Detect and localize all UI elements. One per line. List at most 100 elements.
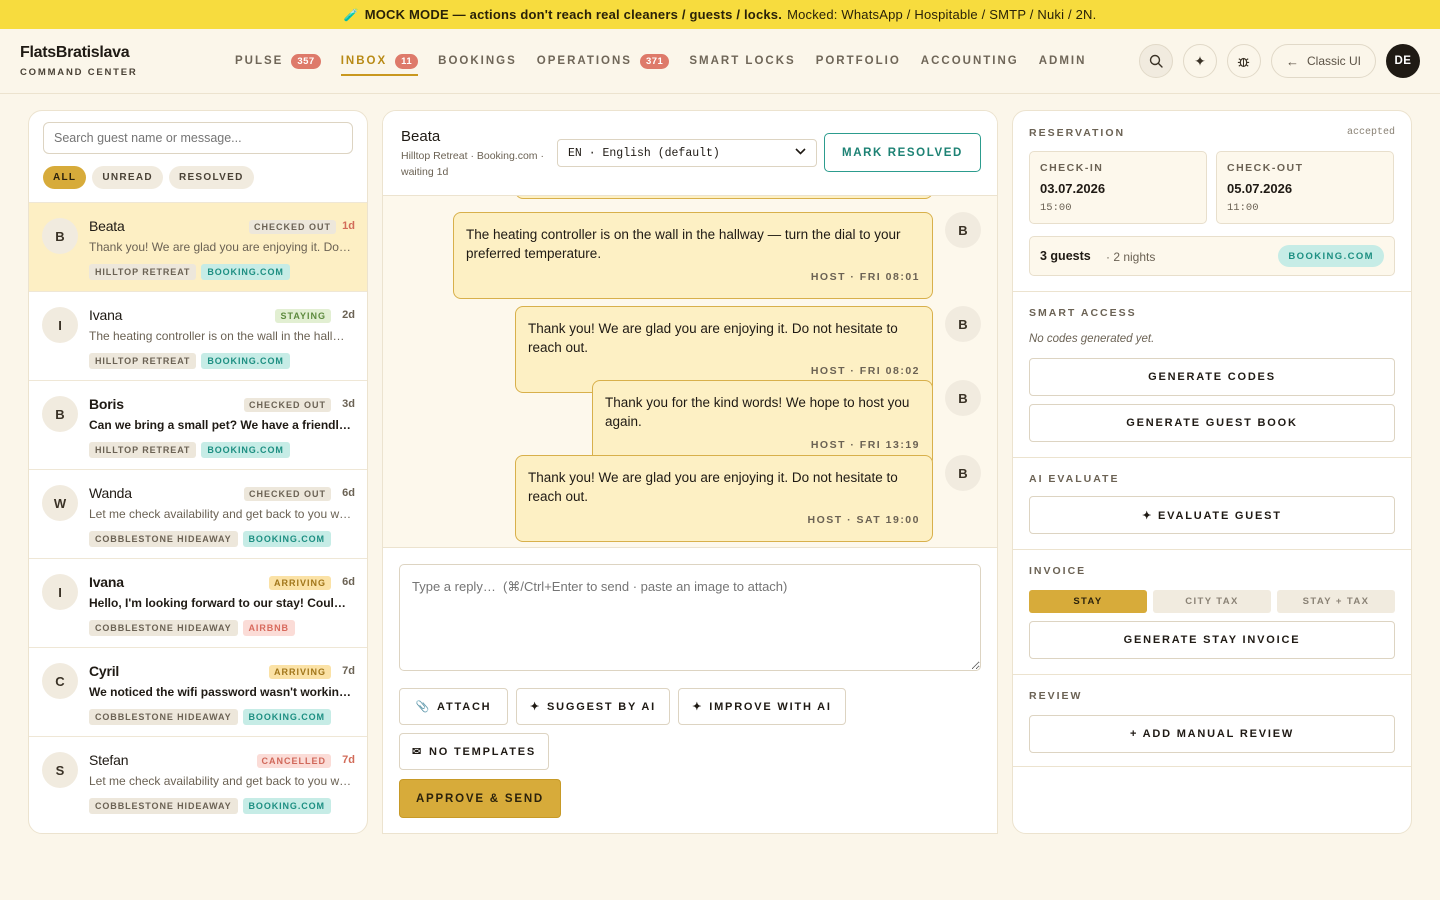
nav-tab-portfolio[interactable]: PORTFOLIO xyxy=(816,46,901,76)
section-title: RESERVATION xyxy=(1029,127,1126,139)
property-tag: COBBLESTONE HIDEAWAY xyxy=(89,709,238,725)
conversation-item[interactable]: C Cyril ARRIVING 7d We noticed the wifi … xyxy=(29,647,367,736)
conversation-age: 6d xyxy=(342,576,355,588)
status-badge: CANCELLED xyxy=(256,754,331,768)
guest-avatar: W xyxy=(42,485,78,521)
nav-tab-admin[interactable]: ADMIN xyxy=(1039,46,1087,76)
message-preview: Let me check availability and get back t… xyxy=(89,507,353,521)
nav-tab-label: INBOX xyxy=(340,55,388,67)
message-text: Thank you! We are glad you are enjoying … xyxy=(528,470,898,504)
conversation-age: 2d xyxy=(342,309,355,321)
status-badge: ARRIVING xyxy=(268,665,331,679)
nav-badge: 11 xyxy=(395,53,419,69)
message-avatar: B xyxy=(945,455,981,491)
guests-summary: 3 guests · 2 nights BOOKING.COM xyxy=(1029,236,1395,276)
conversation-item[interactable]: I Ivana ARRIVING 6d Hello, I'm looking f… xyxy=(29,558,367,647)
message-text: Thank you for the kind words! We hope to… xyxy=(605,395,910,429)
conversation-filters: ALL UNREAD RESOLVED xyxy=(43,166,260,189)
conversation-item[interactable]: B Beata CHECKED OUT 1d Thank you! We are… xyxy=(29,202,367,291)
reply-textarea[interactable] xyxy=(399,564,981,671)
language-select[interactable]: EN · English (default) xyxy=(557,139,817,167)
invoice-option-stay[interactable]: STAY xyxy=(1029,590,1147,613)
message-bubble: The heating controller is on the wall in… xyxy=(453,212,933,299)
guest-name: Boris xyxy=(89,396,124,412)
check-out-date: 05.07.2026 xyxy=(1227,181,1293,196)
suggest-label: SUGGEST BY AI xyxy=(547,700,656,713)
conversation-item[interactable]: B Boris CHECKED OUT 3d Can we bring a sm… xyxy=(29,380,367,469)
guest-name: Cyril xyxy=(89,663,120,679)
check-in-time: 15:00 xyxy=(1040,202,1072,214)
message-preview: Hello, I'm looking forward to our stay! … xyxy=(89,596,353,610)
filter-unread[interactable]: UNREAD xyxy=(92,166,163,189)
conversation-age: 1d xyxy=(342,220,355,232)
invoice-option-stay-tax[interactable]: STAY + TAX xyxy=(1277,590,1395,613)
guest-avatar: S xyxy=(42,752,78,788)
improve-with-ai-button[interactable]: ✦ IMPROVE WITH AI xyxy=(678,688,846,725)
nav-tab-smart-locks[interactable]: SMART LOCKS xyxy=(689,46,795,76)
mark-resolved-button[interactable]: MARK RESOLVED xyxy=(824,133,981,172)
add-manual-review-button[interactable]: + ADD MANUAL REVIEW xyxy=(1029,715,1395,753)
guest-name: Ivana xyxy=(89,574,124,590)
nav-tab-pulse[interactable]: PULSE 357 xyxy=(235,46,321,76)
channel-tag: BOOKING.COM xyxy=(201,442,290,458)
ai-assistant-button[interactable]: ✦ xyxy=(1182,44,1217,78)
nav-tab-label: SMART LOCKS xyxy=(689,55,796,67)
filter-all[interactable]: ALL xyxy=(43,166,87,189)
conversation-item[interactable]: S Stefan CANCELLED 7d Let me check avail… xyxy=(29,736,367,825)
section-title: SMART ACCESS xyxy=(1029,307,1137,319)
conversation-tags: HILLTOP RETREAT BOOKING.COM xyxy=(89,442,295,458)
nav-badge: 357 xyxy=(291,53,321,69)
guest-avatar: I xyxy=(42,574,78,610)
filter-resolved[interactable]: RESOLVED xyxy=(168,166,254,189)
channel-tag: BOOKING.COM xyxy=(201,353,290,369)
conversation-item[interactable]: W Wanda CHECKED OUT 6d Let me check avai… xyxy=(29,469,367,558)
check-in-box: CHECK-IN 03.07.2026 15:00 xyxy=(1029,151,1207,224)
debug-button[interactable] xyxy=(1226,44,1261,78)
conversation-age: 7d xyxy=(342,665,355,677)
bug-icon xyxy=(1238,57,1250,67)
ai-evaluate-section: AI EVALUATE ✦ EVALUATE GUEST xyxy=(1013,458,1411,550)
classic-ui-button[interactable]: ← Classic UI xyxy=(1270,44,1376,78)
brand-subtitle: COMMAND CENTER xyxy=(20,67,138,78)
search-button[interactable] xyxy=(1138,44,1173,78)
channel-tag: BOOKING.COM xyxy=(242,798,331,814)
guest-search-input[interactable] xyxy=(43,122,353,154)
property-tag: HILLTOP RETREAT xyxy=(89,353,197,369)
banner-headline: MOCK MODE — actions don't reach real cle… xyxy=(364,7,783,22)
nav-tab-accounting[interactable]: ACCOUNTING xyxy=(921,46,1019,76)
evaluate-guest-button[interactable]: ✦ EVALUATE GUEST xyxy=(1029,496,1395,534)
check-out-label: CHECK-OUT xyxy=(1227,162,1304,174)
user-avatar[interactable]: DE xyxy=(1386,44,1420,78)
message-avatar: B xyxy=(945,380,981,416)
classic-ui-label: Classic UI xyxy=(1306,54,1361,68)
nav-tab-bookings[interactable]: BOOKINGS xyxy=(438,46,517,76)
message-bubble-partial xyxy=(515,196,933,199)
conversation-tags: HILLTOP RETREAT BOOKING.COM xyxy=(89,353,295,369)
sparkle-icon: ✦ xyxy=(692,701,704,713)
message-thread[interactable]: The heating controller is on the wall in… xyxy=(383,196,997,548)
generate-codes-button[interactable]: GENERATE CODES xyxy=(1029,358,1395,396)
generate-guest-book-button[interactable]: GENERATE GUEST BOOK xyxy=(1029,404,1395,442)
sparkle-icon: ✦ xyxy=(1194,52,1206,69)
envelope-icon: ✉ xyxy=(412,746,424,758)
brand[interactable]: FlatsBratislava COMMAND CENTER xyxy=(20,44,138,78)
nav-tab-inbox[interactable]: INBOX 11 xyxy=(340,46,419,76)
conversation-item[interactable]: I Ivana STAYING 2d The heating controlle… xyxy=(29,291,367,380)
invoice-option-city-tax[interactable]: CITY TAX xyxy=(1153,590,1271,613)
channel-tag: AIRBNB xyxy=(242,620,295,636)
status-badge: CHECKED OUT xyxy=(248,220,336,234)
property-tag: COBBLESTONE HIDEAWAY xyxy=(89,798,238,814)
approve-and-send-button[interactable]: APPROVE & SEND xyxy=(399,779,561,818)
status-badge: CHECKED OUT xyxy=(243,487,331,501)
arrow-left-icon: ← xyxy=(1285,53,1299,69)
suggest-by-ai-button[interactable]: ✦ SUGGEST BY AI xyxy=(516,688,670,725)
nav-tab-operations[interactable]: OPERATIONS 371 xyxy=(537,46,670,76)
attach-label: ATTACH xyxy=(437,700,492,713)
templates-button[interactable]: ✉ NO TEMPLATES xyxy=(399,733,549,770)
message-avatar: B xyxy=(945,306,981,342)
thread-header: Beata Hilltop Retreat · Booking.com · wa… xyxy=(383,111,997,196)
message-preview: We noticed the wifi password wasn't work… xyxy=(89,685,353,699)
attach-button[interactable]: 📎 ATTACH xyxy=(399,688,508,725)
generate-stay-invoice-button[interactable]: GENERATE STAY INVOICE xyxy=(1029,621,1395,659)
conversation-tags: HILLTOP RETREAT BOOKING.COM xyxy=(89,264,295,280)
